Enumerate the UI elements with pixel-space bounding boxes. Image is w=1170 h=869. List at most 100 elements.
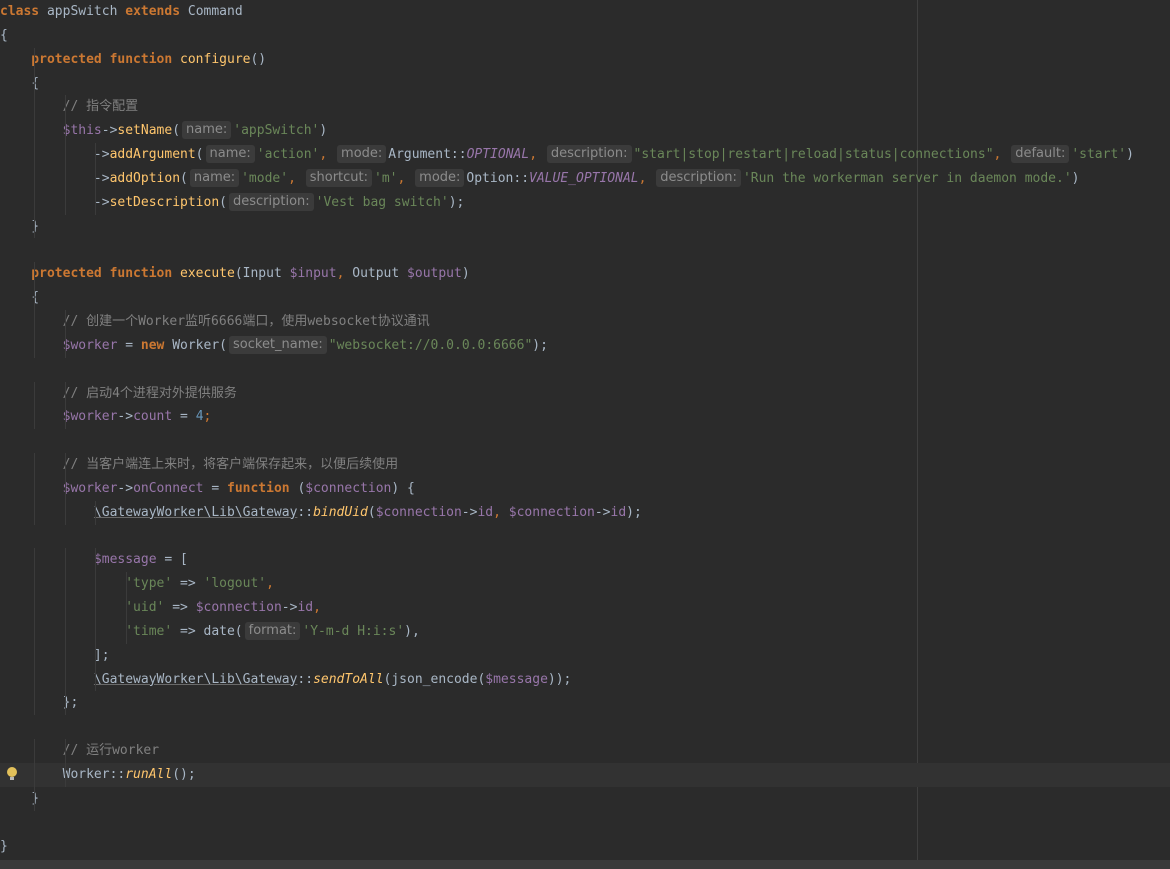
parameter-hint: description:	[546, 145, 632, 164]
code-line[interactable]: }	[0, 835, 1170, 859]
code-line[interactable]: }	[0, 786, 1170, 811]
code-line[interactable]: ->addOption(name:'mode', shortcut:'m', m…	[0, 166, 1170, 191]
code-token: ,	[319, 147, 336, 163]
code-token: function	[109, 51, 181, 67]
code-line[interactable]: $message = [	[0, 548, 1170, 573]
code-token: }	[0, 838, 8, 854]
code-line[interactable]	[0, 525, 1170, 549]
indent-guide	[34, 71, 35, 96]
code-line[interactable]: $this->setName(name:'appSwitch')	[0, 119, 1170, 144]
code-token: );	[532, 337, 548, 353]
code-line[interactable]: // 启动4个进程对外提供服务	[0, 381, 1170, 406]
code-token: $connection	[375, 504, 462, 520]
indent-guide	[95, 643, 97, 668]
indent-guide	[64, 143, 66, 167]
indent-guide	[64, 453, 66, 477]
code-token: function	[227, 480, 298, 496]
code-token: =>	[164, 600, 196, 616]
indent-guide	[34, 763, 35, 787]
code-line[interactable]: ->setDescription(description: 'Vest bag s…	[0, 190, 1170, 215]
indent-guide	[95, 166, 97, 191]
code-token: 'start'	[1071, 147, 1127, 163]
code-token: date(	[203, 623, 243, 639]
code-line[interactable]: $worker = new Worker(socket_name: "websoc…	[0, 333, 1170, 358]
indent-guide	[95, 619, 97, 644]
code-line[interactable]: \GatewayWorker\Lib\Gateway::sendToAll(js…	[0, 667, 1170, 692]
code-line[interactable]: {	[0, 71, 1170, 96]
indent-guide	[64, 691, 66, 716]
indent-guide	[34, 95, 35, 120]
code-lines[interactable]: class appSwitch extends Command { protect…	[0, 0, 1170, 858]
code-line[interactable]: {	[0, 286, 1170, 310]
code-line[interactable]: 'time' => date(format: 'Y-m-d H:i:s'),	[0, 619, 1170, 644]
lightbulb-icon[interactable]	[7, 767, 17, 780]
parameter-hint: description:	[656, 168, 741, 187]
parameter-hint: name:	[182, 121, 232, 140]
code-line[interactable]: Worker::runAll();	[0, 763, 1170, 787]
code-token: = [	[156, 552, 188, 568]
code-line[interactable]: ];	[0, 643, 1170, 668]
code-token: ,	[336, 266, 353, 282]
code-line[interactable]: // 创建一个Worker监听6666端口，使用websocket协议通讯	[0, 309, 1170, 334]
code-token: ->	[594, 504, 611, 520]
code-line[interactable]: protected function configure()	[0, 47, 1170, 72]
code-token: 'logout'	[203, 576, 267, 592]
code-token: Worker::	[0, 767, 126, 782]
code-token: Argument::	[388, 147, 467, 163]
parameter-hint: shortcut:	[305, 168, 373, 187]
indent-guide	[34, 405, 35, 430]
indent-guide	[34, 667, 35, 692]
code-line[interactable]: $worker->onConnect = function ($connecti…	[0, 476, 1170, 501]
indent-guide	[34, 166, 35, 191]
code-line[interactable]: // 当客户端连上来时，将客户端保存起来，以便后续使用	[0, 453, 1170, 477]
code-token: ->	[281, 600, 298, 616]
code-line[interactable]: $worker->count = 4;	[0, 405, 1170, 430]
code-line[interactable]	[0, 429, 1170, 453]
code-line[interactable]: protected function execute(Input $input,…	[0, 262, 1170, 287]
code-token: $output	[407, 266, 462, 282]
code-token: =	[172, 409, 196, 425]
code-token: (	[367, 504, 376, 520]
code-token: ,	[288, 170, 304, 186]
code-token: bindUid	[313, 504, 368, 520]
code-line[interactable]: class appSwitch extends Command	[0, 0, 1170, 24]
indent-guide	[64, 119, 66, 144]
code-line[interactable]: }	[0, 214, 1170, 239]
code-line[interactable]: 'uid' => $connection->id,	[0, 596, 1170, 620]
code-line[interactable]: \GatewayWorker\Lib\Gateway::bindUid($con…	[0, 500, 1170, 525]
code-line[interactable]: ->addArgument(name:'action', mode: Argume…	[0, 143, 1170, 167]
code-line[interactable]: // 指令配置	[0, 95, 1170, 120]
code-token: id	[477, 504, 494, 520]
code-line[interactable]: };	[0, 691, 1170, 716]
indent-guide	[64, 596, 66, 620]
code-editor[interactable]: class appSwitch extends Command { protect…	[0, 0, 1170, 869]
code-token: \GatewayWorker\Lib\Gateway	[93, 671, 298, 687]
code-line[interactable]: {	[0, 24, 1170, 48]
code-token: function	[109, 266, 181, 282]
code-line[interactable]	[0, 811, 1170, 835]
code-token: 'appSwitch'	[233, 123, 320, 139]
code-token: id	[297, 600, 314, 616]
code-token: (	[219, 194, 227, 210]
parameter-hint: mode:	[415, 168, 465, 187]
indent-guide	[95, 596, 97, 620]
horizontal-scrollbar[interactable]	[0, 860, 1170, 869]
code-line[interactable]	[0, 358, 1170, 382]
indent-guide	[64, 381, 66, 406]
indent-guide	[64, 166, 66, 191]
code-line[interactable]	[0, 238, 1170, 262]
code-line[interactable]: 'type' => 'logout',	[0, 572, 1170, 597]
code-token: sendToAll	[313, 671, 384, 687]
code-line[interactable]	[0, 715, 1170, 739]
indent-guide	[95, 572, 97, 597]
indent-guide	[95, 667, 97, 692]
code-token: ,	[529, 147, 545, 163]
code-token: appSwitch	[46, 4, 126, 19]
indent-guide	[64, 548, 66, 573]
code-token: 'time'	[0, 623, 173, 639]
code-token: $connection	[508, 504, 595, 520]
indent-guide	[95, 548, 97, 573]
code-line[interactable]: // 运行worker	[0, 739, 1170, 763]
code-token: ->	[0, 147, 110, 163]
